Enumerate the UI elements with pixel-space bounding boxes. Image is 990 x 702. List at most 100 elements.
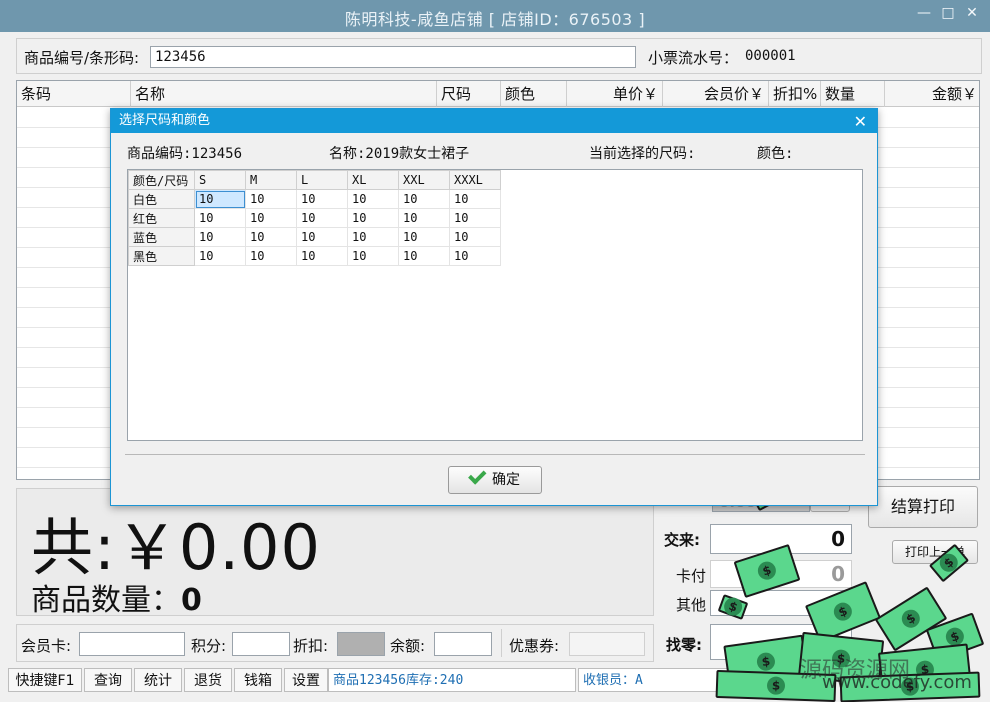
total-value: ￥0.00: [115, 511, 321, 584]
dialog-product-name: 名称:2019款女士裙子: [329, 146, 470, 162]
settings-button[interactable]: 设置: [284, 668, 328, 692]
close-button[interactable]: ✕: [962, 5, 982, 21]
maximize-button[interactable]: □: [938, 5, 958, 21]
col-color[interactable]: 颜色: [501, 81, 567, 107]
dialog-selected-color: 颜色:: [757, 146, 794, 162]
stock-cell[interactable]: 10: [245, 227, 297, 247]
product-code-label: 商品编号/条形码:: [24, 49, 140, 67]
matrix-row: 黑色 10 10 10 10 10 10: [128, 246, 501, 266]
discount-input[interactable]: [337, 632, 385, 656]
item-count: 商品数量：0: [31, 575, 202, 619]
window-titlebar: 陈明科技-咸鱼店铺 [ 店铺ID：676503 ] — □ ✕: [0, 0, 990, 32]
received-label: 交来:: [664, 531, 700, 549]
stock-cell[interactable]: 10: [245, 208, 297, 228]
points-input[interactable]: [232, 632, 290, 656]
col-amount[interactable]: 金额￥: [885, 81, 979, 107]
grid-header: 条码 名称 尺码 颜色 单价￥ 会员价￥ 折扣% 数量 金额￥: [17, 81, 979, 107]
dialog-titlebar: 选择尺码和颜色 ✕: [111, 109, 877, 133]
window-title: 陈明科技-咸鱼店铺 [ 店铺ID：676503 ]: [344, 10, 646, 29]
member-card-label: 会员卡:: [21, 637, 72, 655]
matrix-row: 蓝色 10 10 10 10 10 10: [128, 227, 501, 247]
col-discount[interactable]: 折扣%: [769, 81, 821, 107]
stock-cell[interactable]: 10: [347, 208, 399, 228]
col-quantity[interactable]: 数量: [821, 81, 885, 107]
discount-label: 折扣:: [293, 637, 329, 655]
size-color-dialog: 选择尺码和颜色 ✕ 商品编码:123456 名称:2019款女士裙子 当前选择的…: [110, 108, 878, 506]
stock-cell[interactable]: 10: [398, 227, 450, 247]
color-row-header[interactable]: 红色: [128, 208, 195, 228]
totals-panel: 共:￥0.00 商品数量：0: [16, 488, 654, 619]
color-row-header[interactable]: 黑色: [128, 246, 195, 266]
size-header-xl[interactable]: XL: [347, 170, 399, 190]
matrix-header-row: 颜色/尺码 S M L XL XXL XXXL: [128, 170, 501, 190]
matrix-row: 白色 10 10 10 10 10 10: [128, 189, 501, 209]
stock-cell[interactable]: 10: [347, 189, 399, 209]
statistics-button[interactable]: 统计: [134, 668, 182, 692]
dialog-product-code: 商品编码:123456: [127, 146, 243, 162]
col-size[interactable]: 尺码: [437, 81, 501, 107]
stock-cell[interactable]: 10: [398, 246, 450, 266]
stock-cell[interactable]: 10: [449, 189, 501, 209]
confirm-button[interactable]: 确定: [448, 466, 542, 494]
product-code-input[interactable]: 123456: [150, 46, 636, 68]
matrix-row: 红色 10 10 10 10 10 10: [128, 208, 501, 228]
change-label: 找零:: [666, 636, 702, 654]
member-card-input[interactable]: [79, 632, 185, 656]
size-header-s[interactable]: S: [194, 170, 246, 190]
matrix-corner-header: 颜色/尺码: [128, 170, 195, 190]
stock-cell[interactable]: 10: [194, 246, 246, 266]
member-divider: [501, 629, 502, 657]
coupon-label: 优惠券:: [509, 637, 560, 655]
stock-cell[interactable]: 10: [398, 189, 450, 209]
dialog-close-icon[interactable]: ✕: [854, 110, 867, 134]
checkmark-icon: [468, 466, 487, 485]
total-amount: 共:￥0.00: [31, 497, 321, 587]
color-row-header[interactable]: 白色: [128, 189, 195, 209]
balance-label: 余额:: [390, 637, 426, 655]
stock-cell[interactable]: 10: [194, 208, 246, 228]
card-pay-label: 卡付: [676, 567, 707, 585]
confirm-button-label: 确定: [492, 472, 520, 488]
return-button[interactable]: 退货: [184, 668, 232, 692]
col-unit-price[interactable]: 单价￥: [567, 81, 663, 107]
dialog-title: 选择尺码和颜色: [119, 113, 211, 128]
stock-cell[interactable]: 10: [449, 246, 501, 266]
minimize-button[interactable]: —: [914, 5, 934, 21]
size-header-m[interactable]: M: [245, 170, 297, 190]
stock-cell[interactable]: 10: [347, 246, 399, 266]
stock-cell[interactable]: 10: [194, 227, 246, 247]
col-barcode[interactable]: 条码: [17, 81, 131, 107]
receipt-number-label: 小票流水号：: [648, 49, 739, 67]
receipt-number-value: 000001: [745, 48, 796, 64]
stock-cell[interactable]: 10: [296, 246, 348, 266]
checkout-print-button[interactable]: 结算打印: [868, 486, 978, 528]
points-label: 积分:: [191, 637, 227, 655]
stock-cell[interactable]: 10: [398, 208, 450, 228]
stock-cell[interactable]: 10: [296, 189, 348, 209]
col-member-price[interactable]: 会员价￥: [663, 81, 769, 107]
dialog-selected-size: 当前选择的尺码:: [589, 146, 696, 162]
item-count-label: 商品数量：: [31, 583, 181, 618]
stock-cell[interactable]: 10: [296, 208, 348, 228]
stock-cell[interactable]: 10: [194, 189, 246, 209]
balance-input[interactable]: [434, 632, 492, 656]
stock-cell[interactable]: 10: [245, 189, 297, 209]
size-header-xxxl[interactable]: XXXL: [449, 170, 501, 190]
other-pay-label: 其他: [676, 596, 707, 614]
item-count-value: 0: [181, 583, 202, 618]
dialog-divider: [125, 454, 865, 455]
col-name[interactable]: 名称: [131, 81, 437, 107]
coupon-input[interactable]: [569, 632, 645, 656]
size-header-xxl[interactable]: XXL: [398, 170, 450, 190]
stock-cell[interactable]: 10: [449, 208, 501, 228]
stock-cell[interactable]: 10: [449, 227, 501, 247]
size-header-l[interactable]: L: [296, 170, 348, 190]
color-row-header[interactable]: 蓝色: [128, 227, 195, 247]
query-button[interactable]: 查询: [84, 668, 132, 692]
member-bar: 会员卡: 积分: 折扣: 余额: 优惠券:: [16, 624, 654, 662]
stock-cell[interactable]: 10: [245, 246, 297, 266]
shortcut-button[interactable]: 快捷键F1: [8, 668, 82, 692]
stock-cell[interactable]: 10: [296, 227, 348, 247]
cash-drawer-button[interactable]: 钱箱: [234, 668, 282, 692]
stock-cell[interactable]: 10: [347, 227, 399, 247]
